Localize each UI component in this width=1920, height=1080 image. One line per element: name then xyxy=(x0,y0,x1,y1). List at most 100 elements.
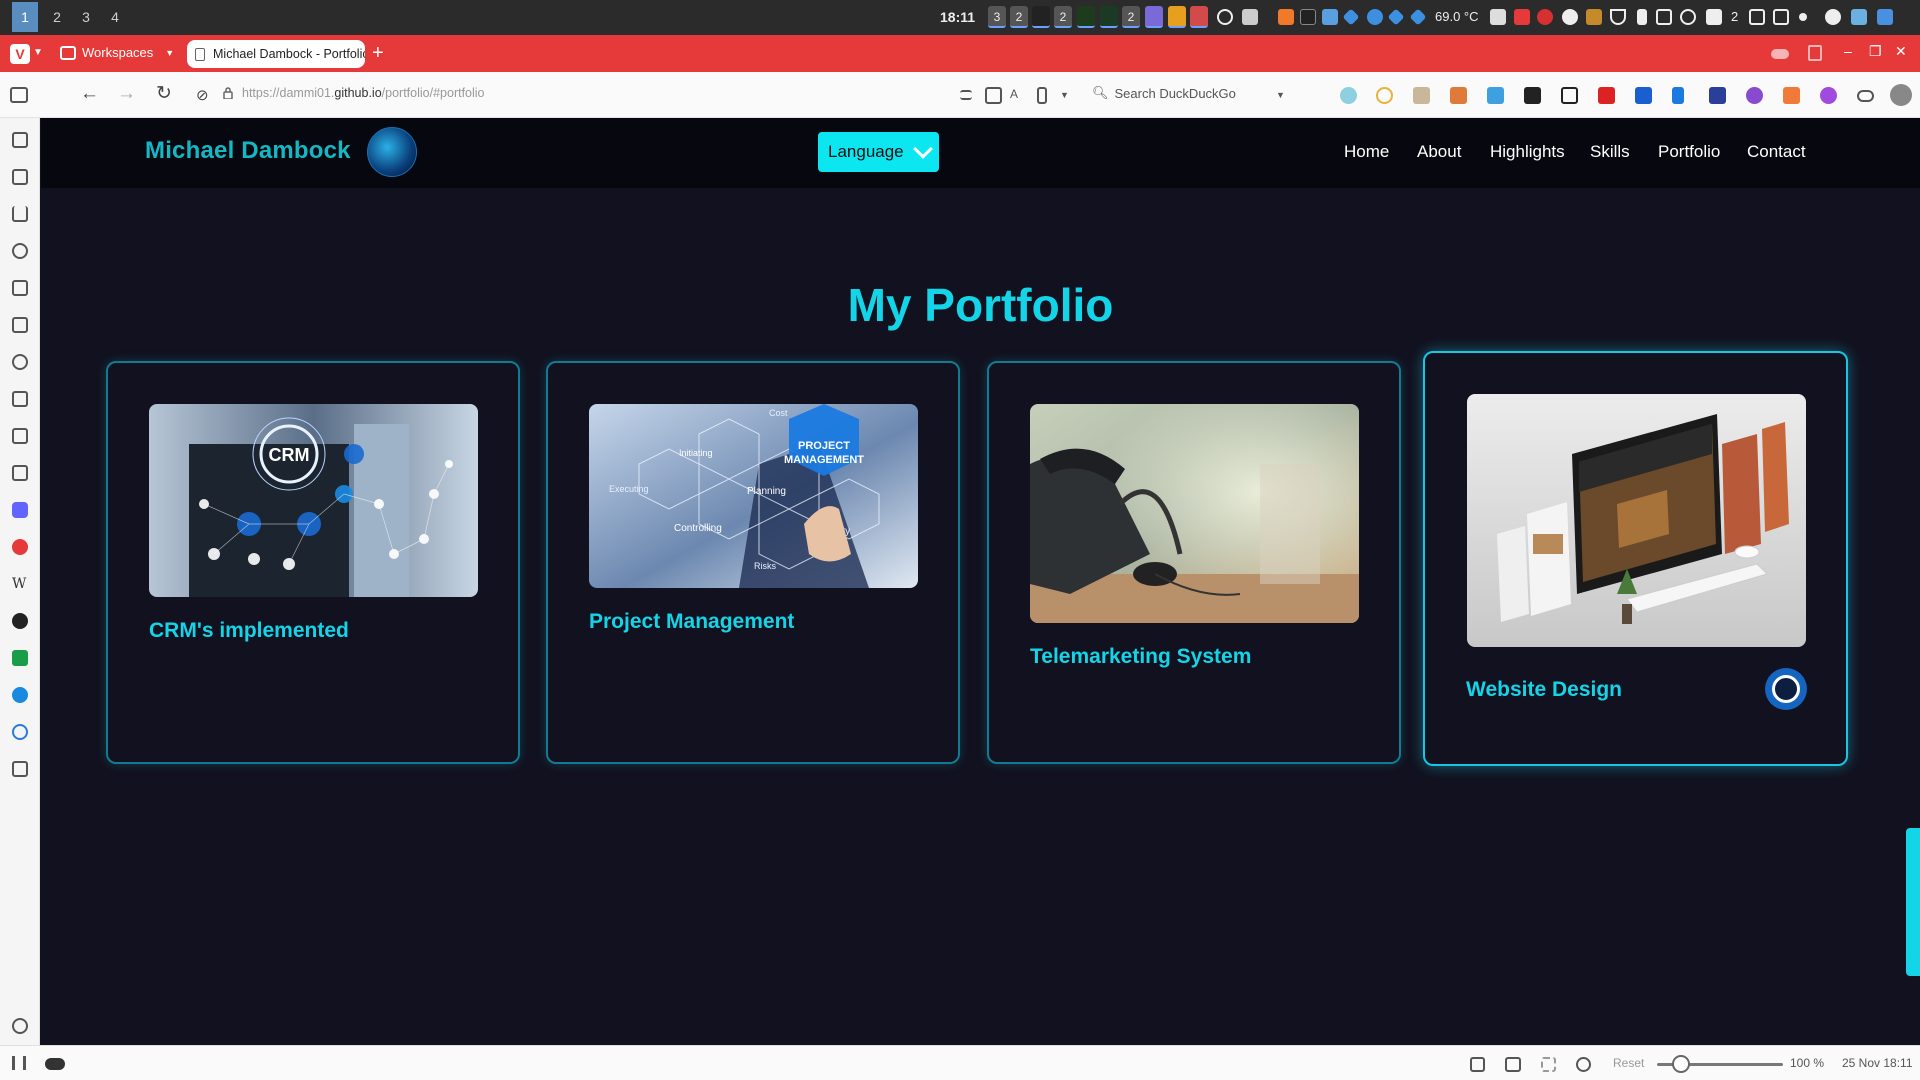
panel-toggle-icon[interactable] xyxy=(12,1056,26,1070)
capture-icon[interactable] xyxy=(1470,1057,1485,1072)
reload-button[interactable]: ↻ xyxy=(156,84,172,104)
translate-icon[interactable] xyxy=(12,317,28,333)
portfolio-card-crm[interactable]: CRM CRM's implemented xyxy=(106,361,520,764)
files-icon[interactable] xyxy=(1877,9,1893,25)
workspace-4[interactable]: 4 xyxy=(102,2,128,32)
vivaldi-menu-icon[interactable]: V xyxy=(10,44,30,64)
maximize-button[interactable]: ❐ xyxy=(1869,43,1882,60)
camera-icon[interactable] xyxy=(1490,9,1506,25)
close-window-button[interactable]: ✕ xyxy=(1895,43,1907,60)
translate-icon[interactable]: A xyxy=(1010,87,1027,104)
extension-icon[interactable] xyxy=(1524,87,1541,104)
minimize-button[interactable]: – xyxy=(1844,43,1852,59)
mastodon-icon[interactable] xyxy=(12,502,28,518)
add-panel-icon[interactable] xyxy=(12,761,28,777)
joplin-icon[interactable] xyxy=(1610,9,1626,25)
network-icon[interactable] xyxy=(1387,8,1405,26)
pointer-icon[interactable] xyxy=(1672,87,1684,104)
window-count-4[interactable]: 2 xyxy=(1122,6,1140,28)
language-dropdown-button[interactable]: Language xyxy=(818,132,939,172)
github-icon[interactable] xyxy=(1765,668,1807,710)
terminal-icon[interactable] xyxy=(1300,9,1316,25)
zoom-reset-button[interactable]: Reset xyxy=(1613,1056,1644,1070)
notes-app-icon[interactable] xyxy=(1145,6,1163,28)
extension-icon[interactable] xyxy=(1746,87,1763,104)
calendar-icon[interactable] xyxy=(12,428,28,444)
qr-code-icon[interactable] xyxy=(985,87,1002,104)
reload-settings-icon[interactable] xyxy=(1576,1057,1591,1072)
nav-link-portfolio[interactable]: Portfolio xyxy=(1658,142,1720,162)
todo-icon[interactable] xyxy=(12,724,28,740)
forward-button[interactable]: → xyxy=(117,84,136,104)
github-icon[interactable] xyxy=(12,613,28,629)
tiling-icon[interactable] xyxy=(1505,1057,1521,1072)
pdf-icon[interactable] xyxy=(1598,87,1615,104)
extension-icon[interactable] xyxy=(1783,87,1800,104)
nav-link-skills[interactable]: Skills xyxy=(1590,142,1630,162)
window-icon[interactable] xyxy=(1749,9,1765,25)
bookmark-icon[interactable] xyxy=(1037,87,1047,104)
bookmarks-icon[interactable] xyxy=(12,132,28,148)
zoom-slider-handle[interactable] xyxy=(1672,1055,1690,1073)
card-title[interactable]: CRM's implemented xyxy=(149,619,349,643)
monitor-app-icon[interactable] xyxy=(1077,6,1095,28)
workspace-1[interactable]: 1 xyxy=(12,2,38,32)
nav-link-highlights[interactable]: Highlights xyxy=(1490,142,1565,162)
reader-view-icon[interactable] xyxy=(960,90,972,100)
brightness-icon[interactable] xyxy=(1825,9,1841,25)
window-count-2[interactable]: 2 xyxy=(1010,6,1028,28)
new-tab-button[interactable]: + xyxy=(372,42,384,65)
tasks-icon[interactable] xyxy=(12,465,28,481)
nav-link-contact[interactable]: Contact xyxy=(1747,142,1806,162)
window-count-1[interactable]: 3 xyxy=(988,6,1006,28)
window-panel-icon[interactable] xyxy=(12,354,28,370)
extension-icon[interactable] xyxy=(1413,87,1430,104)
wikipedia-icon[interactable]: W xyxy=(12,576,28,592)
shield-icon[interactable] xyxy=(1656,9,1672,25)
package-icon[interactable] xyxy=(1278,9,1294,25)
extension-icon[interactable] xyxy=(1635,87,1652,104)
image-app-icon[interactable] xyxy=(1190,6,1208,28)
terminal-window-icon[interactable] xyxy=(1032,6,1050,28)
sync-cloud-icon[interactable] xyxy=(45,1058,65,1070)
site-logo-text[interactable]: Michael Dambock xyxy=(145,137,351,165)
chevron-down-icon[interactable]: ▼ xyxy=(1060,90,1077,107)
portfolio-card-website-design[interactable]: Website Design xyxy=(1423,351,1848,766)
megaphone-icon[interactable] xyxy=(1450,87,1467,104)
notion-icon[interactable] xyxy=(1561,87,1578,104)
workspaces-button[interactable]: Workspaces ▼ xyxy=(60,45,174,60)
folder-icon[interactable] xyxy=(1322,9,1338,25)
search-field[interactable]: 🔍︎ Search DuckDuckGo xyxy=(1092,85,1236,101)
extension-icon[interactable] xyxy=(1820,87,1837,104)
app-grid-icon[interactable] xyxy=(1242,9,1258,25)
tool-icon[interactable] xyxy=(1586,9,1602,25)
network-icon[interactable] xyxy=(1342,8,1360,26)
portfolio-card-project-management[interactable]: PROJECT MANAGEMENT Cost Initiating Execu… xyxy=(546,361,960,764)
lock-icon[interactable] xyxy=(223,87,233,99)
history-icon[interactable] xyxy=(12,243,28,259)
extension-icon[interactable] xyxy=(1376,87,1393,104)
files-app-icon[interactable] xyxy=(1168,6,1186,28)
telegram-icon[interactable] xyxy=(1367,9,1383,25)
workspace-2[interactable]: 2 xyxy=(44,2,70,32)
sync-icon[interactable] xyxy=(12,391,28,407)
tracker-block-icon[interactable]: ⊘ xyxy=(196,86,209,106)
vivaldi-icon[interactable] xyxy=(1514,9,1530,25)
chevron-down-icon[interactable]: ▼ xyxy=(1276,90,1293,107)
folder-icon[interactable] xyxy=(1851,9,1867,25)
page-actions-icon[interactable] xyxy=(1541,1057,1556,1072)
editor-app-icon[interactable] xyxy=(1100,6,1118,28)
chevron-down-icon[interactable]: ▼ xyxy=(33,47,43,58)
scroll-to-top-tab[interactable] xyxy=(1906,828,1920,976)
notes-icon[interactable] xyxy=(12,280,28,296)
nav-link-home[interactable]: Home xyxy=(1344,142,1389,162)
avatar[interactable] xyxy=(1890,84,1912,106)
workspace-3[interactable]: 3 xyxy=(73,2,99,32)
notification-icon[interactable] xyxy=(1706,9,1722,25)
extension-icon[interactable] xyxy=(1340,87,1357,104)
sheets-icon[interactable] xyxy=(12,650,28,666)
x-icon[interactable] xyxy=(1709,87,1726,104)
logo-globe-icon[interactable] xyxy=(367,127,417,177)
vivaldi-icon[interactable] xyxy=(12,539,28,555)
trash-icon[interactable] xyxy=(1808,45,1822,61)
